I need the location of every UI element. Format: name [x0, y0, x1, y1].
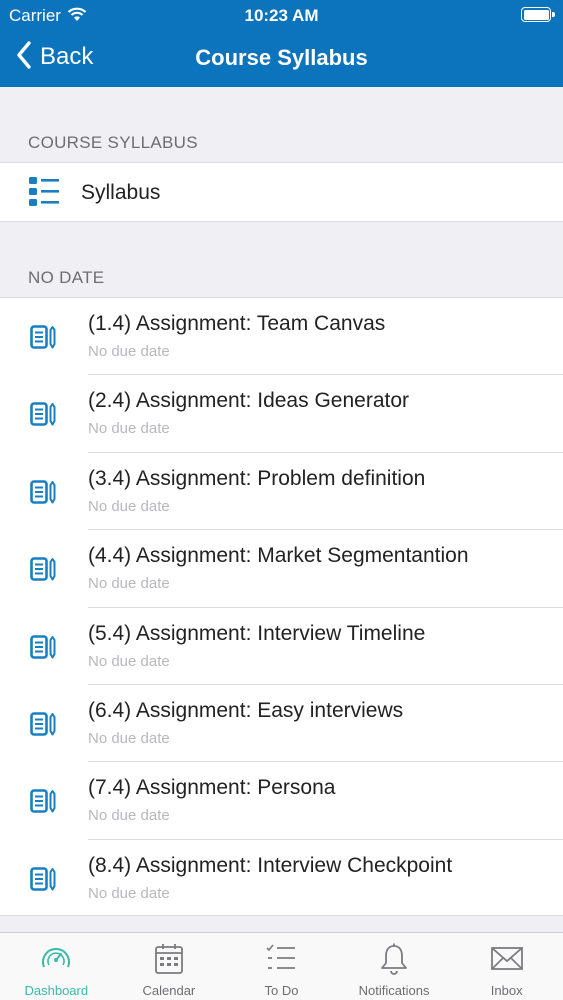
assignment-due: No due date	[88, 884, 170, 902]
todo-icon	[265, 943, 297, 978]
back-button[interactable]: Back	[16, 40, 94, 74]
tab-dashboard[interactable]: Dashboard	[0, 933, 113, 1000]
assignment-title: (7.4) Assignment: Persona	[88, 776, 336, 800]
assignment-item-1[interactable]: (1.4) Assignment: Team Canvas No due dat…	[0, 298, 563, 376]
assignment-title: (1.4) Assignment: Team Canvas	[88, 312, 386, 335]
assignment-icon	[30, 789, 57, 818]
assignment-item-2[interactable]: (2.4) Assignment: Ideas Generator No due…	[0, 375, 563, 453]
tab-notifications[interactable]: Notifications	[338, 933, 451, 1000]
assignment-due: No due date	[88, 652, 170, 670]
assignment-due: No due date	[88, 343, 170, 360]
assignment-due: No due date	[88, 420, 170, 438]
dashboard-icon	[39, 943, 73, 978]
tab-todo[interactable]: To Do	[225, 933, 338, 1000]
tab-bar: Dashboard Calendar To Do Notifications I…	[0, 932, 563, 1000]
section-header-course-syllabus: COURSE SYLLABUS	[28, 133, 198, 152]
tab-label: Dashboard	[24, 983, 89, 998]
assignment-item-4[interactable]: (4.4) Assignment: Market Segmentantion N…	[0, 530, 563, 608]
assignment-title: (6.4) Assignment: Easy interviews	[88, 698, 404, 722]
assignment-item-5[interactable]: (5.4) Assignment: Interview Timeline No …	[0, 608, 563, 685]
syllabus-label: Syllabus	[81, 181, 161, 204]
tab-label: Notifications	[358, 983, 430, 998]
assignment-list: (1.4) Assignment: Team Canvas No due dat…	[0, 297, 563, 916]
assignment-due: No due date	[88, 497, 170, 515]
tab-label: Calendar	[142, 983, 196, 998]
assignment-icon	[30, 479, 57, 509]
assignment-item-8[interactable]: (8.4) Assignment: Interview Checkpoint N…	[0, 840, 563, 917]
tab-label: Inbox	[490, 983, 523, 998]
app-header: Carrier 10:23 AM Back Course Syllabus	[0, 0, 563, 87]
tab-calendar[interactable]: Calendar	[113, 933, 226, 1000]
assignment-due: No due date	[88, 807, 170, 825]
assignment-item-7[interactable]: (7.4) Assignment: Persona No due date	[0, 762, 563, 840]
assignment-item-6[interactable]: (6.4) Assignment: Easy interviews No due…	[0, 685, 563, 763]
assignment-title: (8.4) Assignment: Interview Checkpoint	[88, 853, 453, 877]
battery-icon	[521, 7, 555, 22]
calendar-icon	[154, 943, 184, 980]
assignment-icon	[30, 557, 57, 586]
chevron-left-icon	[16, 40, 32, 74]
assignment-due: No due date	[88, 575, 170, 593]
list-icon	[28, 176, 60, 213]
status-time: 10:23 AM	[244, 6, 319, 25]
section-header-no-date: NO DATE	[28, 268, 105, 287]
assignment-title: (4.4) Assignment: Market Segmentantion	[88, 544, 469, 568]
assignment-title: (3.4) Assignment: Problem definition	[88, 466, 426, 490]
tab-inbox[interactable]: Inbox	[450, 933, 563, 1000]
assignment-item-3[interactable]: (3.4) Assignment: Problem definition No …	[0, 453, 563, 531]
tab-label: To Do	[264, 983, 299, 998]
assignment-icon	[30, 712, 57, 741]
assignment-icon	[30, 325, 57, 354]
assignment-icon	[30, 866, 57, 896]
assignment-due: No due date	[88, 729, 170, 747]
assignment-icon	[30, 634, 57, 664]
envelope-icon	[490, 943, 524, 978]
assignment-title: (5.4) Assignment: Interview Timeline	[88, 621, 426, 645]
status-bar: Carrier 10:23 AM	[0, 0, 563, 30]
assignment-title: (2.4) Assignment: Ideas Generator	[88, 389, 409, 413]
back-label: Back	[40, 43, 94, 70]
assignment-icon	[30, 402, 57, 431]
bell-icon	[379, 943, 409, 980]
syllabus-row[interactable]: Syllabus	[0, 162, 563, 222]
